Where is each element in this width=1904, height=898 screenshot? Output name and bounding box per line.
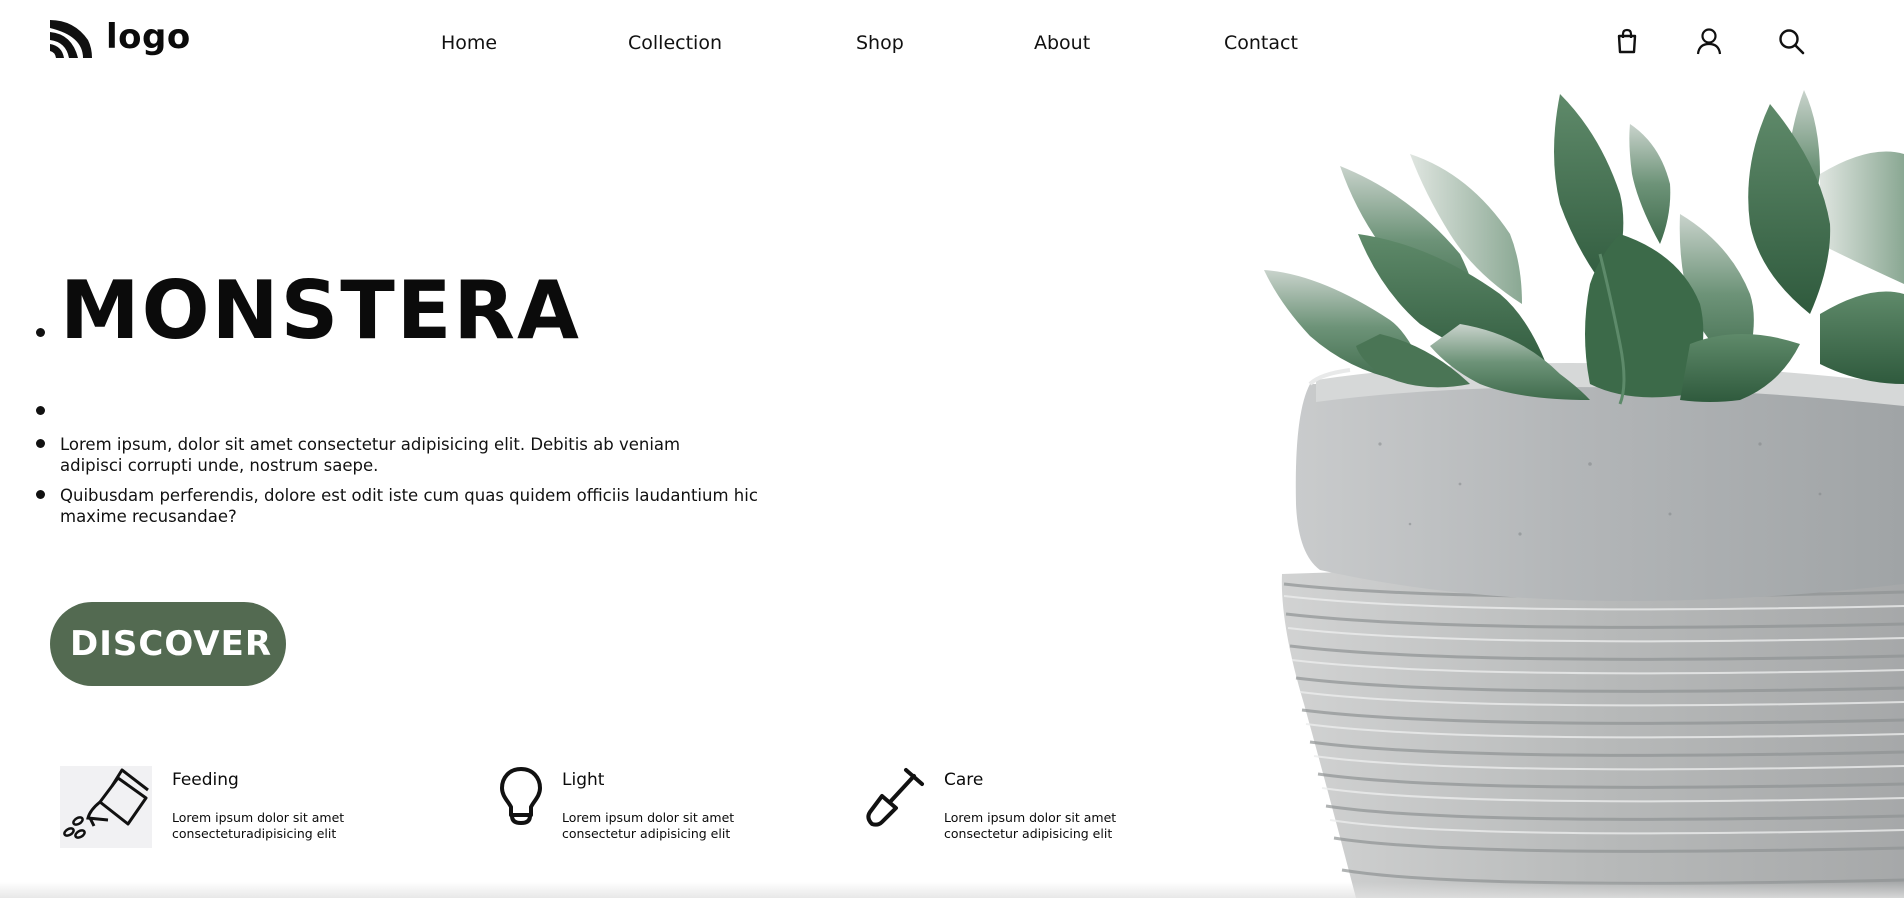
bullet — [36, 490, 45, 499]
light-bulb-icon — [500, 767, 542, 826]
hero-paragraph-2: Quibusdam perferendis, dolore est odit i… — [36, 485, 760, 527]
bottom-shadow — [0, 882, 1904, 898]
succulent-plant-image — [1264, 90, 1904, 898]
feature-care-text: Lorem ipsum dolor sit amet consectetur a… — [944, 810, 1117, 841]
watering-can-icon — [60, 766, 152, 848]
hero-paragraph-2-text: Quibusdam perferendis, dolore est odit i… — [60, 486, 758, 526]
feature-feeding-title: Feeding — [172, 770, 239, 790]
hero-paragraph-1-text: Lorem ipsum, dolor sit amet consectetur … — [60, 435, 681, 475]
hero-paragraph-1: Lorem ipsum, dolor sit amet consectetur … — [36, 434, 740, 476]
hero-title-item: MONSTERA — [36, 264, 760, 357]
bullet — [36, 439, 45, 448]
shopping-bag-icon[interactable] — [1610, 24, 1644, 58]
hero-list: MONSTERA Lorem ipsum, dolor sit amet con… — [36, 264, 760, 527]
bullet — [36, 406, 45, 415]
header-actions — [1610, 24, 1808, 58]
nav-contact[interactable]: Contact — [1224, 32, 1298, 54]
user-icon[interactable] — [1692, 24, 1726, 58]
bullet — [36, 328, 45, 337]
page: logo Home Collection Shop About Contact — [0, 0, 1904, 898]
nav-home[interactable]: Home — [441, 32, 497, 54]
hero-title: MONSTERA — [60, 264, 581, 357]
discover-label: DISCOVER — [70, 624, 273, 664]
feature-feeding-text: Lorem ipsum dolor sit amet consecteturad… — [172, 810, 345, 841]
nav-collection[interactable]: Collection — [628, 32, 722, 54]
nav-shop[interactable]: Shop — [856, 32, 904, 54]
shovel-icon — [866, 768, 924, 827]
empty-list-item — [36, 406, 760, 426]
discover-button[interactable]: DISCOVER — [50, 602, 286, 686]
nav-about[interactable]: About — [1034, 32, 1090, 54]
feature-light-title: Light — [562, 770, 605, 790]
search-icon[interactable] — [1774, 24, 1808, 58]
feature-light-text: Lorem ipsum dolor sit amet consectetur a… — [562, 810, 735, 841]
feature-care-title: Care — [944, 770, 984, 790]
